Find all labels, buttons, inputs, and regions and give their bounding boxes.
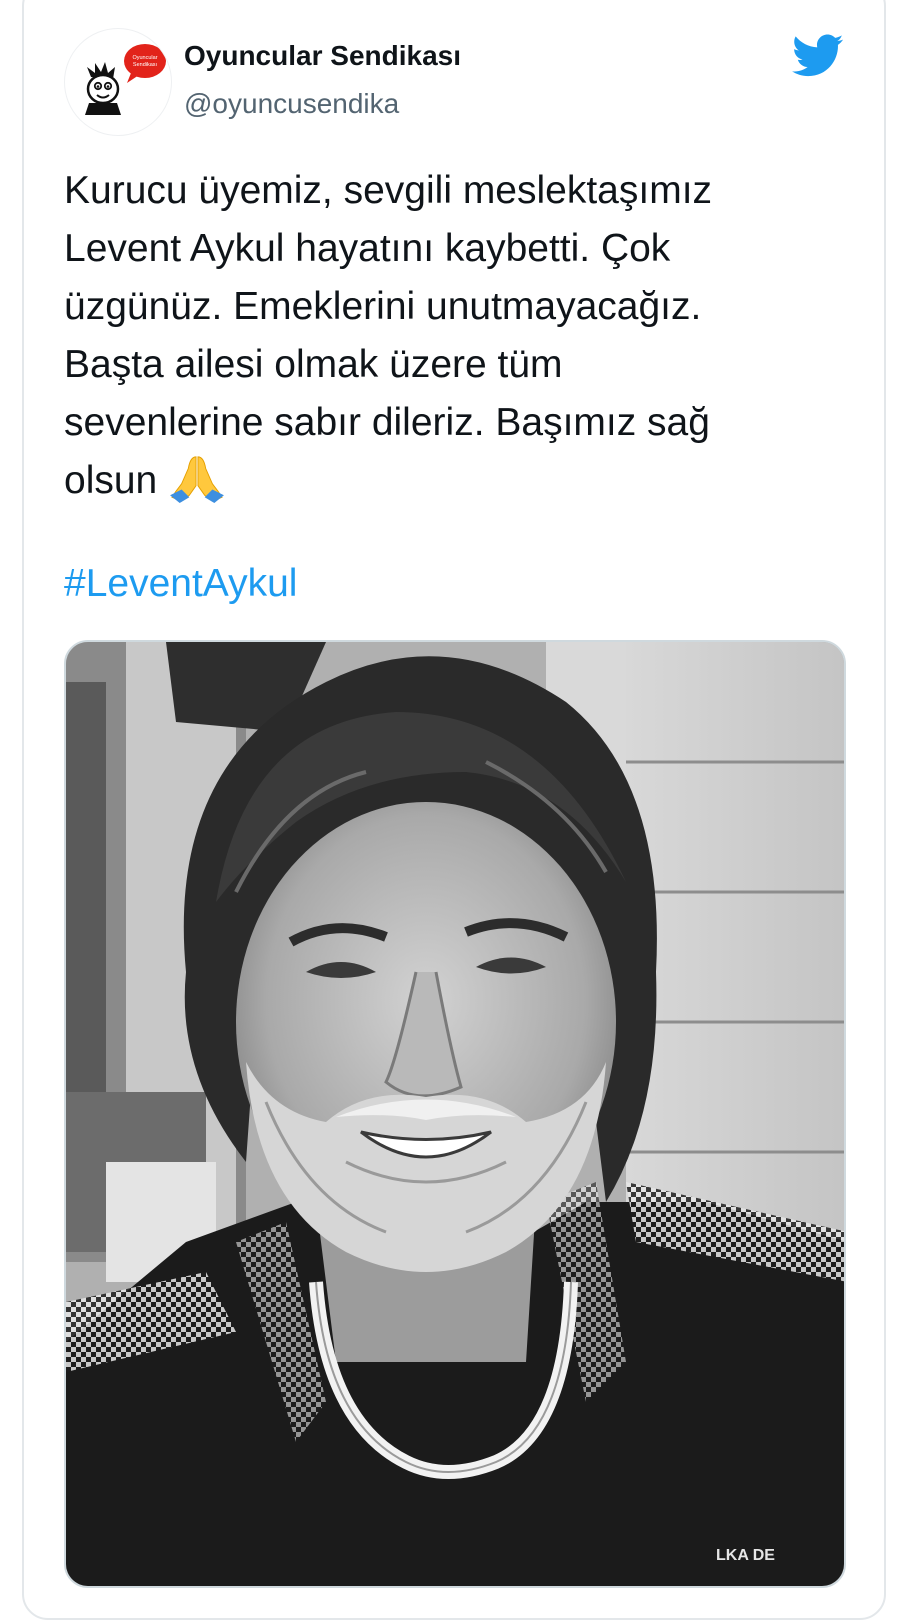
tweet-text-line: Başta ailesi olmak üzere tüm (64, 343, 563, 386)
tweet-text-line: üzgünüz. Emeklerini unutmayacağız. (64, 285, 702, 328)
oyuncular-sendikasi-logo-icon: Oyuncular Sendikası (85, 44, 166, 115)
tweet-text-line: sevenlerine sabır dileriz. Başımız sağ (64, 401, 710, 444)
tweet-text-line: olsun (64, 459, 158, 502)
tweet-text: Kurucu üyemiz, sevgili meslektaşımız Lev… (64, 162, 864, 510)
author-display-name[interactable]: Oyuncular Sendikası (184, 40, 461, 72)
twitter-bird-icon[interactable] (792, 34, 844, 78)
tweet-text-line: Levent Aykul hayatını kaybetti. Çok (64, 227, 671, 270)
folded-hands-emoji-icon (170, 456, 225, 503)
author-avatar[interactable]: Oyuncular Sendikası (64, 28, 172, 136)
tweet-text-line: Kurucu üyemiz, sevgili meslektaşımız (64, 169, 713, 212)
black-and-white-portrait-photo-icon: LKA DE (66, 642, 844, 1586)
hashtag-link[interactable]: #LeventAykul (64, 555, 297, 613)
shirt-print-text: LKA DE (716, 1547, 775, 1564)
tweet-text-last-line: olsun (64, 452, 864, 510)
svg-text:Oyuncular: Oyuncular (132, 55, 157, 61)
tweet-photo[interactable]: LKA DE (64, 640, 846, 1588)
author-handle[interactable]: @oyuncusendika (184, 88, 399, 120)
svg-text:Sendikası: Sendikası (133, 62, 157, 68)
